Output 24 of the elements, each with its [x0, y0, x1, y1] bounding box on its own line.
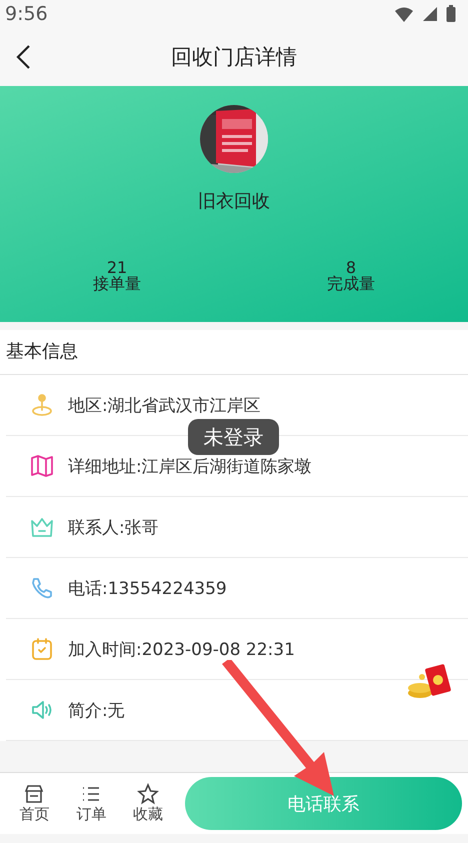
signal-icon	[422, 6, 438, 22]
stat-label: 接单量	[93, 276, 141, 292]
section-title: 基本信息	[0, 330, 468, 375]
back-icon[interactable]	[15, 44, 31, 70]
store-icon	[23, 783, 46, 805]
wifi-icon	[394, 5, 414, 23]
info-text: 电话:13554224359	[68, 578, 227, 600]
stat-value: 21	[106, 260, 128, 276]
page-title: 回收门店详情	[171, 44, 297, 71]
toast-message: 未登录	[188, 419, 279, 455]
info-text: 详细地址:江岸区后湖街道陈家墩	[68, 456, 312, 478]
tab-item[interactable]: 首页	[6, 783, 63, 824]
info-text: 联系人:张哥	[68, 516, 159, 538]
info-text: 地区:湖北省武汉市江岸区	[68, 394, 261, 416]
tab-item[interactable]: 订单	[62, 783, 120, 824]
stat-value: 8	[346, 260, 356, 276]
battery-icon	[446, 5, 456, 23]
stat-label: 完成量	[327, 276, 375, 292]
info-text: 加入时间:2023-09-08 22:31	[68, 638, 295, 660]
tab-item[interactable]: 收藏	[120, 783, 177, 824]
star-icon	[137, 783, 160, 805]
info-text: 简介:无	[68, 700, 125, 722]
store-name: 旧衣回收	[198, 190, 270, 213]
status-time: 9:56	[5, 3, 48, 25]
